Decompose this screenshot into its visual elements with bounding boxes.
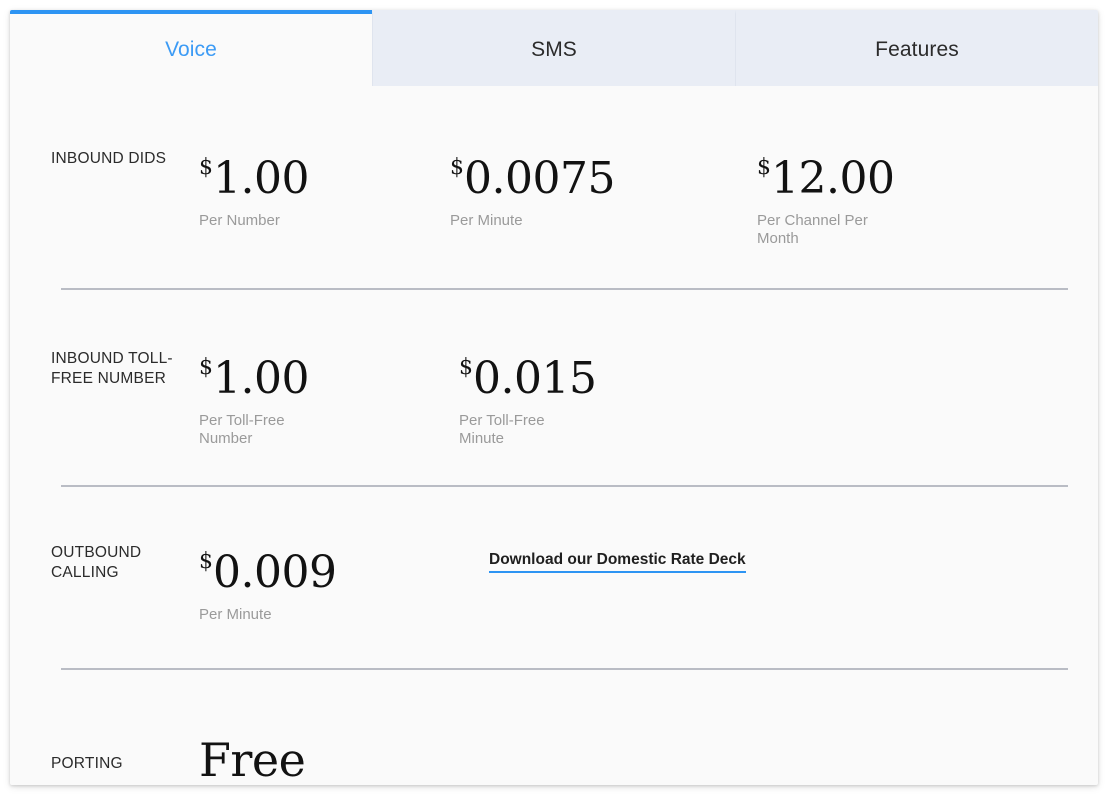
pricing-row-inbound-dids: INBOUND DIDS $1.00 Per Number $0.0075 Pe… [10, 86, 1098, 248]
currency-symbol: $ [199, 549, 213, 574]
price-unit: Per Channel Per Month [757, 212, 868, 247]
price-cell: $12.00 Per Channel Per Month [757, 143, 1007, 248]
currency-symbol: $ [459, 355, 473, 380]
price-value: $1.00 [199, 143, 438, 204]
row-label: OUTBOUND CALLING [51, 544, 142, 581]
price-unit: Per Minute [199, 606, 272, 623]
price-amount: Free [199, 733, 306, 785]
currency-symbol: $ [450, 155, 464, 180]
price-cell: $1.00 Per Number [199, 143, 450, 230]
price-unit: Per Minute [450, 212, 523, 229]
tab-voice-label: Voice [165, 38, 217, 61]
row-label: INBOUND TOLL-FREE NUMBER [51, 350, 173, 387]
tab-bar: Voice SMS Features [10, 10, 1098, 86]
price-unit: Per Number [199, 212, 280, 229]
price-amount: 1.00 [213, 153, 309, 204]
tab-voice[interactable]: Voice [10, 10, 372, 86]
price-amount: 1.00 [213, 353, 309, 404]
price-cell: $0.0075 Per Minute [450, 143, 757, 230]
row-label: PORTING [51, 755, 123, 772]
price-amount: 0.0075 [464, 153, 615, 204]
tab-features-label: Features [875, 38, 959, 61]
price-value: $0.015 [459, 343, 747, 404]
price-value: $0.0075 [450, 143, 745, 204]
price-value: $1.00 [199, 343, 447, 404]
price-unit: Per Toll-Free Number [199, 412, 285, 447]
price-value: $12.00 [757, 143, 995, 204]
tab-sms-label: SMS [531, 38, 577, 61]
pricing-card: Voice SMS Features INBOUND DIDS $1.00 Pe… [10, 10, 1098, 785]
pricing-row-inbound-toll-free-number: INBOUND TOLL-FREE NUMBER $1.00 Per Toll-… [10, 290, 1098, 448]
currency-symbol: $ [199, 355, 213, 380]
currency-symbol: $ [757, 155, 771, 180]
price-amount: 0.009 [213, 547, 337, 598]
row-cells: $0.009 Per Minute Download our Domestic … [199, 537, 1058, 624]
price-cell: $1.00 Per Toll-Free Number [199, 343, 459, 448]
price-value: Free [199, 726, 306, 785]
price-cell: $0.015 Per Toll-Free Minute [459, 343, 759, 448]
price-amount: 0.015 [473, 353, 597, 404]
pricing-row-outbound-calling: OUTBOUND CALLING $0.009 Per Minute Downl… [10, 487, 1098, 624]
tab-sms[interactable]: SMS [372, 10, 735, 86]
rate-deck-cell: Download our Domestic Rate Deck [489, 537, 758, 587]
price-cell: $0.009 Per Minute [199, 537, 489, 624]
currency-symbol: $ [199, 155, 213, 180]
pricing-rows: INBOUND DIDS $1.00 Per Number $0.0075 Pe… [10, 86, 1098, 785]
price-value: $0.009 [199, 537, 477, 598]
price-amount: 12.00 [771, 153, 895, 204]
tab-features[interactable]: Features [735, 10, 1098, 86]
price-cell: Free Per Port In [199, 726, 317, 785]
price-unit: Per Toll-Free Minute [459, 412, 545, 447]
row-cells: Free Per Port In [199, 726, 1058, 785]
download-rate-deck-link[interactable]: Download our Domestic Rate Deck [489, 551, 746, 573]
row-label: INBOUND DIDS [51, 150, 167, 167]
row-cells: $1.00 Per Toll-Free Number $0.015 Per To… [199, 343, 1058, 448]
pricing-row-porting: PORTING Free Per Port In [10, 670, 1098, 785]
row-cells: $1.00 Per Number $0.0075 Per Minute $12.… [199, 143, 1058, 248]
